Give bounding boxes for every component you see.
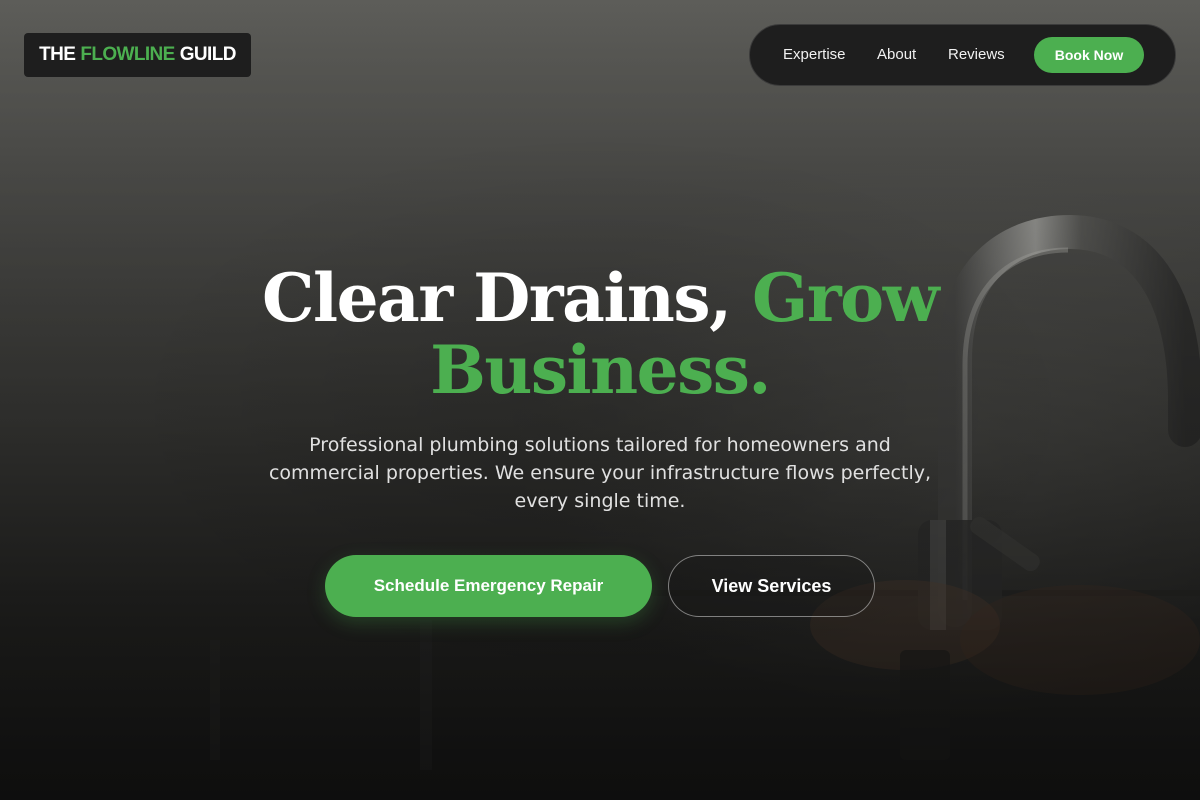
book-now-button[interactable]: Book Now — [1034, 37, 1144, 73]
brand-logo[interactable]: THE FLOWLINE GUILD — [24, 33, 251, 77]
headline-green-text-2: Business. — [430, 331, 771, 409]
hero-subtitle: Professional plumbing solutions tailored… — [268, 434, 932, 512]
brand-name-suffix: GUILD — [179, 44, 237, 65]
hero-headline: Clear Drains, Grow Business. — [0, 262, 1200, 406]
main-nav: Expertise About Reviews Book Now — [749, 24, 1176, 86]
nav-link-reviews[interactable]: Reviews — [948, 25, 1005, 85]
nav-link-about[interactable]: About — [877, 25, 916, 85]
headline-green-text-1: Grow — [752, 259, 939, 337]
brand-name-prefix: THE — [39, 44, 76, 65]
headline-white-text: Clear Drains, — [261, 259, 732, 337]
brand-name-accent: FLOWLINE — [80, 44, 175, 65]
nav-link-expertise[interactable]: Expertise — [783, 25, 846, 85]
schedule-emergency-repair-button[interactable]: Schedule Emergency Repair — [325, 555, 652, 617]
view-services-button[interactable]: View Services — [668, 555, 875, 617]
